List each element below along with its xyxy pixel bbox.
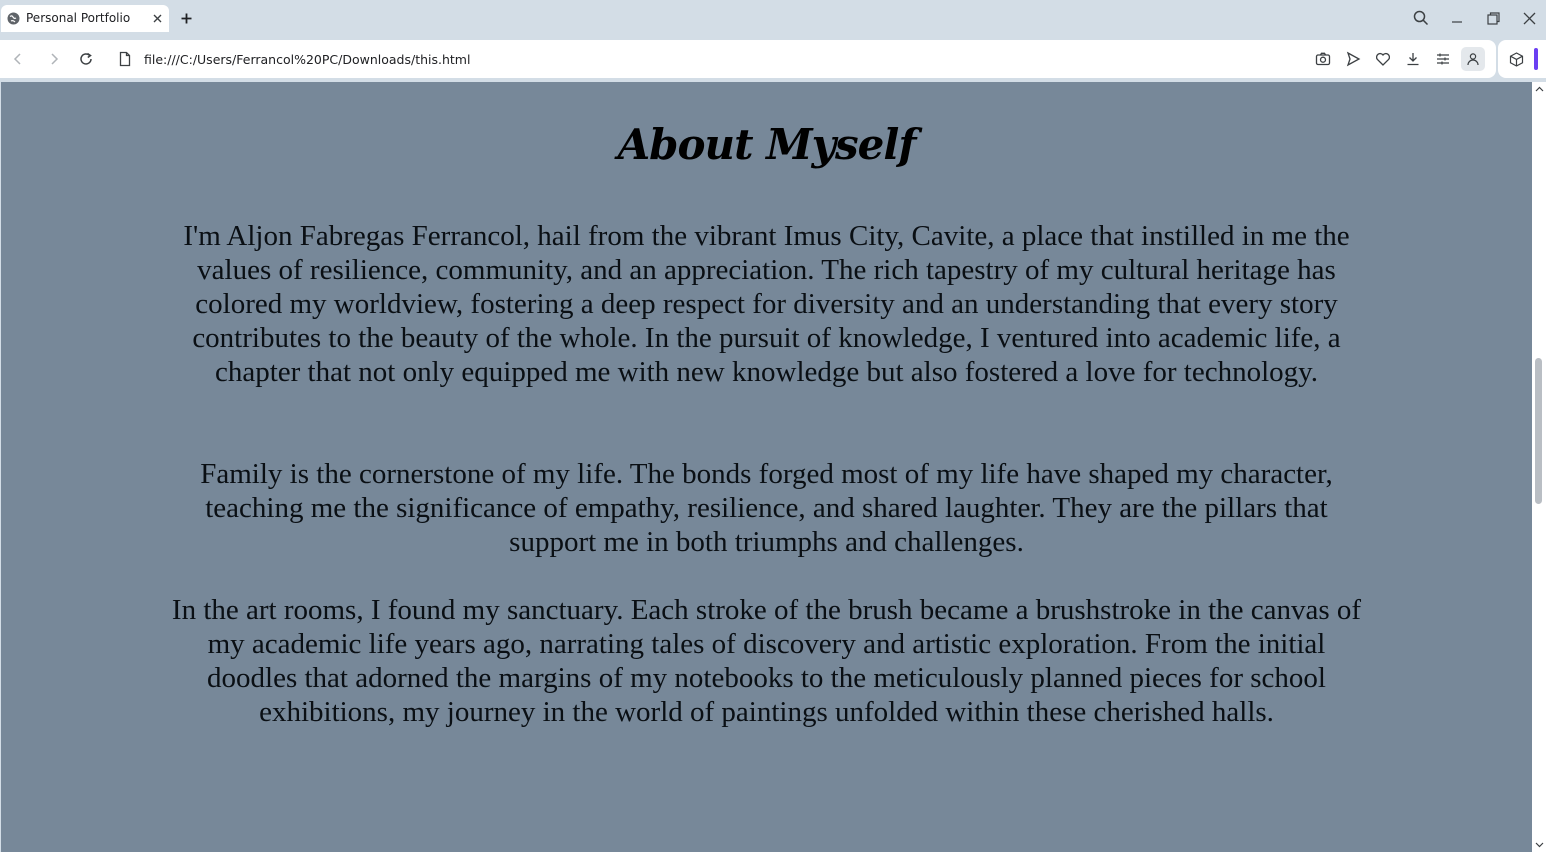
page-scrollbar[interactable] bbox=[1532, 82, 1546, 852]
send-button[interactable] bbox=[1343, 49, 1363, 69]
menu-button[interactable] bbox=[1433, 49, 1453, 69]
scroll-down-icon[interactable] bbox=[1534, 840, 1544, 850]
heart-icon bbox=[1375, 52, 1391, 66]
menu-icon bbox=[1437, 53, 1449, 65]
reload-icon bbox=[80, 52, 92, 65]
scroll-thumb[interactable] bbox=[1535, 358, 1542, 504]
send-icon bbox=[1346, 51, 1361, 67]
reload-button[interactable] bbox=[76, 49, 96, 69]
tab-strip: Personal Portfolio bbox=[0, 0, 1546, 36]
profile-button[interactable] bbox=[1461, 47, 1485, 71]
close-tab-button[interactable] bbox=[149, 10, 166, 27]
restore-icon bbox=[1486, 11, 1500, 25]
browser-toolbar: file:///C:/Users/Ferrancol%20PC/Download… bbox=[0, 40, 1496, 78]
extensions-button[interactable] bbox=[1506, 49, 1526, 69]
minimize-button[interactable] bbox=[1444, 6, 1470, 30]
about-paragraph-origin: I'm Aljon Fabregas Ferrancol, hail from … bbox=[183, 220, 1350, 388]
profile-icon bbox=[1467, 53, 1479, 66]
sidebar-accent-bar[interactable] bbox=[1534, 48, 1538, 70]
new-tab-button[interactable] bbox=[176, 8, 196, 28]
screenshot-button[interactable] bbox=[1313, 49, 1333, 69]
close-window-button[interactable] bbox=[1516, 6, 1542, 30]
forward-button[interactable] bbox=[44, 49, 64, 69]
search-icon bbox=[1413, 10, 1429, 26]
file-icon[interactable] bbox=[117, 51, 133, 67]
extensions-panel bbox=[1498, 40, 1546, 78]
about-paragraph-art: In the art rooms, I found my sanctuary. … bbox=[171, 594, 1362, 728]
plus-icon bbox=[181, 13, 191, 23]
address-bar[interactable]: file:///C:/Users/Ferrancol%20PC/Download… bbox=[144, 52, 470, 67]
arrow-left-icon bbox=[13, 53, 21, 65]
search-tabs-button[interactable] bbox=[1408, 6, 1434, 30]
camera-icon bbox=[1315, 52, 1331, 66]
download-icon bbox=[1407, 53, 1419, 66]
back-button[interactable] bbox=[8, 49, 28, 69]
minimize-icon bbox=[1452, 21, 1462, 23]
about-paragraph-family: Family is the cornerstone of my life. Th… bbox=[200, 458, 1333, 558]
download-button[interactable] bbox=[1403, 49, 1423, 69]
cube-icon bbox=[1509, 51, 1523, 67]
tab-title: Personal Portfolio bbox=[26, 11, 131, 25]
close-icon bbox=[1523, 12, 1535, 24]
globe-icon bbox=[7, 12, 20, 25]
page-viewport: About Myself I'm Aljon Fabregas Ferranco… bbox=[1, 82, 1532, 852]
close-icon bbox=[153, 14, 162, 23]
arrow-right-icon bbox=[51, 53, 59, 65]
restore-button[interactable] bbox=[1480, 6, 1506, 30]
favorite-button[interactable] bbox=[1373, 49, 1393, 69]
page-title: About Myself bbox=[617, 120, 917, 169]
browser-tab[interactable]: Personal Portfolio bbox=[1, 5, 169, 32]
scroll-up-icon[interactable] bbox=[1534, 84, 1544, 94]
